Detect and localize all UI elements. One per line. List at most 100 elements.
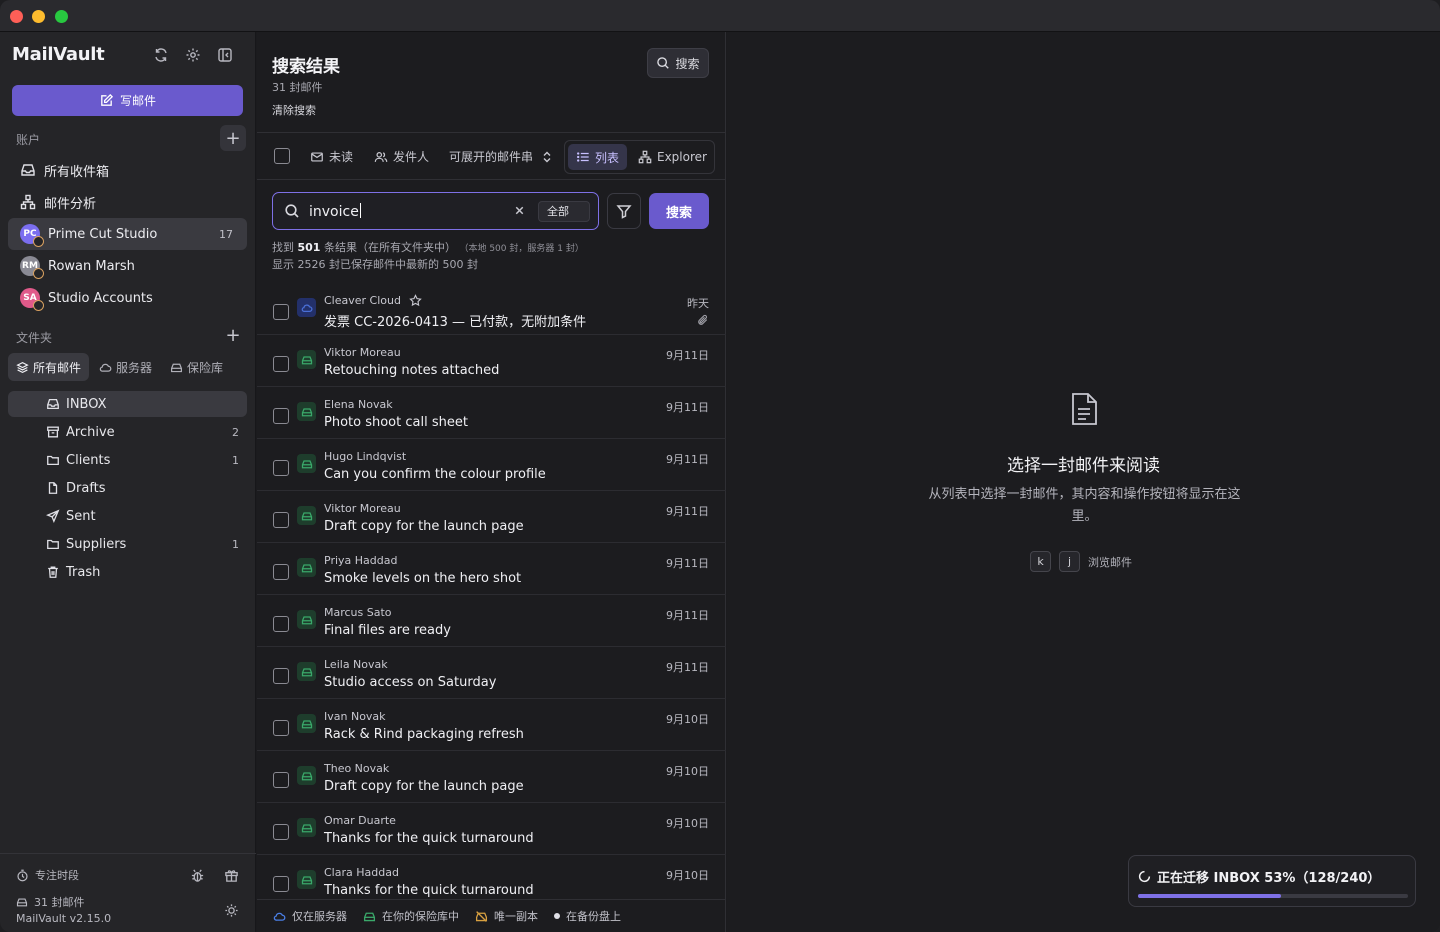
sun-icon[interactable] — [222, 901, 240, 919]
account-mail-analytics[interactable]: 邮件分析 — [8, 186, 247, 218]
hard-drive-icon — [297, 818, 316, 837]
sender-name: Priya Haddad — [324, 554, 398, 567]
row-checkbox[interactable] — [273, 356, 289, 372]
row-checkbox[interactable] — [273, 720, 289, 736]
file-icon — [46, 481, 60, 495]
email-row[interactable]: Marcus Sato Final files are ready 9月11日 — [257, 595, 726, 647]
email-subject: Draft copy for the launch page — [324, 519, 524, 534]
row-checkbox[interactable] — [273, 616, 289, 632]
star-icon[interactable] — [409, 294, 422, 307]
timer-icon — [16, 869, 29, 882]
row-checkbox[interactable] — [273, 512, 289, 528]
search-toggle-button[interactable]: 搜索 — [647, 48, 709, 78]
inbox-icon — [20, 162, 36, 178]
row-checkbox[interactable] — [273, 408, 289, 424]
brand-logo: MailVault — [12, 44, 105, 65]
focus-session-button[interactable]: 专注时段 — [16, 867, 79, 883]
folder-archive[interactable]: Archive 2 — [8, 419, 247, 445]
row-checkbox[interactable] — [273, 668, 289, 684]
tab-vault[interactable]: 保险库 — [162, 353, 231, 381]
email-list: Cleaver Cloud 发票 CC-2026-0413 — 已付款，无附加条件… — [257, 283, 726, 899]
view-list-button[interactable]: 列表 — [568, 144, 628, 170]
email-subject: Retouching notes attached — [324, 363, 500, 378]
sidebar: MailVault 写邮件 账户 + 所有收件箱 邮件分析 PC Prime C… — [0, 32, 256, 932]
folder-clients[interactable]: Clients 1 — [8, 447, 247, 473]
email-row[interactable]: Theo Novak Draft copy for the launch page… — [257, 751, 726, 803]
inbox-icon — [46, 397, 60, 411]
tab-server[interactable]: 服务器 — [91, 353, 160, 381]
account-prime-cut-studio[interactable]: PC Prime Cut Studio 17 — [8, 218, 247, 250]
row-checkbox[interactable] — [273, 824, 289, 840]
email-row[interactable]: Leila Novak Studio access on Saturday 9月11… — [257, 647, 726, 699]
compose-button[interactable]: 写邮件 — [12, 85, 243, 116]
account-studio-accounts[interactable]: SA Studio Accounts — [8, 282, 247, 314]
gift-icon[interactable] — [222, 866, 240, 884]
email-date: 昨天 — [687, 297, 709, 310]
accounts-heading: 账户 — [16, 133, 41, 147]
clear-search-link[interactable]: 清除搜索 — [272, 102, 316, 118]
clear-input-icon[interactable] — [513, 204, 526, 217]
legend-on-backup: 在备份盘上 — [554, 908, 621, 924]
avatar: SA — [20, 288, 44, 311]
row-checkbox[interactable] — [273, 304, 289, 320]
email-row[interactable]: Omar Duarte Thanks for the quick turnarou… — [257, 803, 726, 855]
search-scope-select[interactable]: 全部 — [538, 201, 590, 222]
gear-icon[interactable] — [184, 46, 202, 64]
row-checkbox[interactable] — [273, 876, 289, 892]
bug-icon[interactable] — [188, 866, 206, 884]
add-folder-button[interactable]: + — [220, 322, 246, 348]
zoom-window-button[interactable] — [55, 10, 68, 23]
hard-drive-icon — [297, 454, 316, 473]
close-window-button[interactable] — [10, 10, 23, 23]
view-explorer-button[interactable]: Explorer — [630, 144, 715, 170]
email-row[interactable]: Hugo Lindqvist Can you confirm the colour… — [257, 439, 726, 491]
email-row[interactable]: Cleaver Cloud 发票 CC-2026-0413 — 已付款，无附加条件… — [257, 283, 726, 335]
reader-pane: 选择一封邮件来阅读 从列表中选择一封邮件，其内容和操作按钮将显示在这里。 k j… — [727, 32, 1440, 932]
select-all-checkbox[interactable] — [274, 148, 290, 164]
email-row[interactable]: Ivan Novak Rack & Rind packaging refresh 9… — [257, 699, 726, 751]
network-icon — [638, 150, 652, 164]
hard-drive-icon — [297, 506, 316, 525]
filter-unread-button[interactable]: 未读 — [310, 148, 353, 165]
page-title: 搜索结果 — [272, 57, 340, 77]
empty-state-title: 选择一封邮件来阅读 — [1007, 456, 1160, 476]
email-row[interactable]: Clara Haddad Thanks for the quick turnaro… — [257, 855, 726, 899]
account-rowan-marsh[interactable]: RM Rowan Marsh — [8, 250, 247, 282]
refresh-icon[interactable] — [152, 46, 170, 64]
compose-label: 写邮件 — [119, 94, 156, 108]
email-date: 9月10日 — [666, 765, 709, 778]
search-input[interactable]: invoice — [309, 203, 361, 220]
email-row[interactable]: Viktor Moreau Retouching notes attached 9月… — [257, 335, 726, 387]
folder-drafts[interactable]: Drafts — [8, 475, 247, 501]
document-icon — [1069, 392, 1099, 426]
email-date: 9月11日 — [666, 661, 709, 674]
run-search-button[interactable]: 搜索 — [649, 193, 709, 229]
collapse-sidebar-icon[interactable] — [216, 46, 234, 64]
email-row[interactable]: Priya Haddad Smoke levels on the hero sho… — [257, 543, 726, 595]
tab-all-mail[interactable]: 所有邮件 — [8, 353, 90, 381]
add-account-button[interactable]: + — [220, 125, 246, 151]
email-row[interactable]: Elena Novak Photo shoot call sheet 9月11日 — [257, 387, 726, 439]
group-by-sender-button[interactable]: 发件人 — [374, 148, 429, 165]
filter-button[interactable] — [607, 193, 641, 229]
email-date: 9月11日 — [666, 609, 709, 622]
folder-inbox[interactable]: INBOX — [8, 391, 247, 417]
search-field[interactable]: invoice 全部 — [272, 192, 599, 230]
hard-drive-icon — [297, 402, 316, 421]
row-checkbox[interactable] — [273, 772, 289, 788]
expandable-threads-select[interactable]: 可展开的邮件串 — [449, 148, 552, 165]
email-subject: Final files are ready — [324, 623, 451, 638]
email-row[interactable]: Viktor Moreau Draft copy for the launch p… — [257, 491, 726, 543]
row-checkbox[interactable] — [273, 564, 289, 580]
account-all-inboxes[interactable]: 所有收件箱 — [8, 154, 247, 186]
minimize-window-button[interactable] — [32, 10, 45, 23]
row-checkbox[interactable] — [273, 460, 289, 476]
account-label: Prime Cut Studio — [48, 226, 158, 242]
folder-count: 1 — [232, 453, 239, 467]
folder-trash[interactable]: Trash — [8, 559, 247, 585]
app-window: MailVault 写邮件 账户 + 所有收件箱 邮件分析 PC Prime C… — [0, 0, 1440, 932]
sender-name: Ivan Novak — [324, 710, 386, 723]
folder-suppliers[interactable]: Suppliers 1 — [8, 531, 247, 557]
folder-sent[interactable]: Sent — [8, 503, 247, 529]
sender-name: Viktor Moreau — [324, 502, 401, 515]
